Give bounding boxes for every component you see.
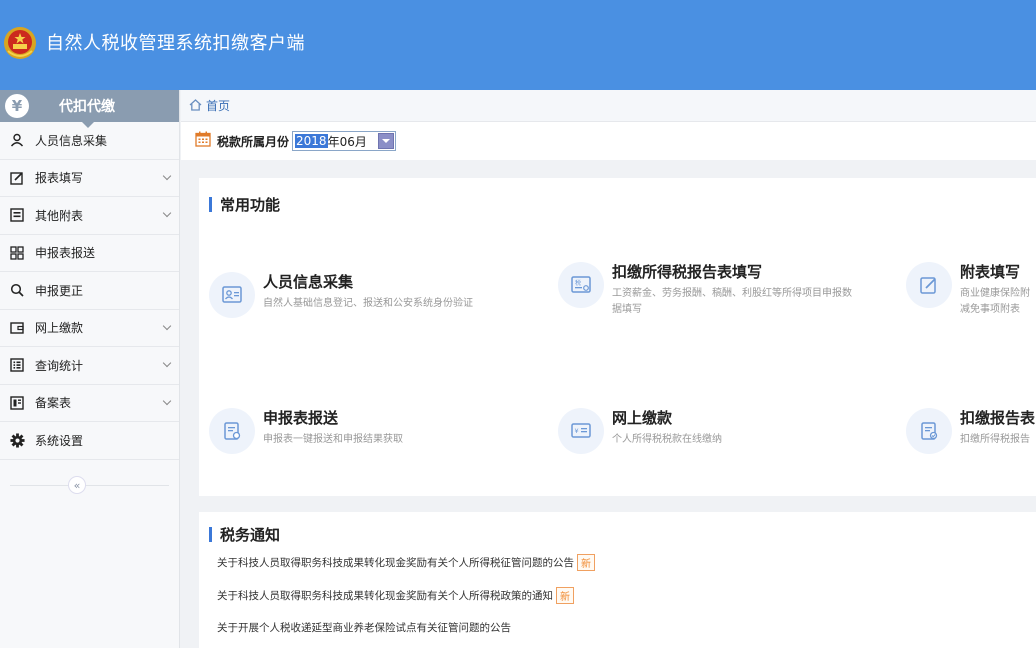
breadcrumb: 首页 <box>181 90 1036 122</box>
svg-text:¥: ¥ <box>575 427 579 435</box>
calendar-icon <box>195 131 211 151</box>
sidebar-divider <box>10 485 169 486</box>
card-title: 人员信息采集 <box>263 273 354 291</box>
sidebar-header: ¥ 代扣代缴 <box>0 90 179 128</box>
id-card-icon <box>209 272 255 318</box>
person-icon <box>9 132 25 148</box>
tax-notices-panel: 税务通知 关于科技人员取得职务科技成果转化现金奖励有关个人所得税征管问题的公告 … <box>199 512 1036 648</box>
sidebar-item-label: 其他附表 <box>35 208 84 223</box>
report-check-icon <box>906 408 952 454</box>
sidebar-item-label: 备案表 <box>35 396 72 411</box>
sidebar-item-online-payment[interactable]: 网上缴款 <box>0 310 179 347</box>
new-badge: 新 <box>556 587 574 604</box>
sidebar-item-label: 申报更正 <box>35 283 84 298</box>
card-title: 申报表报送 <box>263 409 339 427</box>
wallet-icon <box>9 320 25 336</box>
common-functions-panel: 常用功能 人员信息采集 自然人基础信息登记、报送和公安系统身份验证 税 扣缴所得… <box>199 178 1036 496</box>
sidebar-collapse-button[interactable]: « <box>68 476 86 494</box>
app-header: 自然人税收管理系统扣缴客户端 <box>0 0 1036 90</box>
card-title: 扣缴报告表 <box>960 409 1036 427</box>
sidebar-item-label: 申报表报送 <box>35 246 96 261</box>
home-icon[interactable] <box>189 96 202 115</box>
card-report-submit[interactable]: 申报表报送 申报表一键报送和申报结果获取 <box>209 408 403 454</box>
sidebar-item-report-fill[interactable]: 报表填写 <box>0 160 179 197</box>
card-person-info[interactable]: 人员信息采集 自然人基础信息登记、报送和公安系统身份验证 <box>209 272 473 318</box>
common-functions-title: 常用功能 <box>209 194 280 215</box>
card-title: 附表填写 <box>960 263 1021 281</box>
sidebar-header-title: 代扣代缴 <box>59 99 115 115</box>
sidebar-item-other-attachments[interactable]: 其他附表 <box>0 197 179 235</box>
notice-item[interactable]: 关于开展个人税收递延型商业养老保险试点有关征管问题的公告 <box>217 620 511 635</box>
gear-icon <box>9 432 25 448</box>
notice-link[interactable]: 关于科技人员取得职务科技成果转化现金奖励有关个人所得税政策的通知 <box>217 588 553 603</box>
sidebar-item-report-submit[interactable]: 申报表报送 <box>0 235 179 272</box>
sidebar-item-system-settings[interactable]: 系统设置 <box>0 422 179 460</box>
sidebar-item-label: 报表填写 <box>35 171 84 186</box>
tax-month-label: 税款所属月份 <box>217 134 290 149</box>
sidebar-item-label: 人员信息采集 <box>35 133 108 148</box>
card-desc: 商业健康保险附 减免事项附表 <box>960 288 1030 315</box>
list-icon <box>9 357 25 373</box>
card-title: 网上缴款 <box>612 409 673 427</box>
sidebar: ¥ 代扣代缴 人员信息采集 报表填写 其他附表 申报表报送 申报更正 网上缴款 … <box>0 90 180 648</box>
chevron-down-icon <box>162 321 172 330</box>
card-title: 扣缴所得税报告表填写 <box>612 263 763 281</box>
dropdown-arrow-button[interactable] <box>378 133 395 149</box>
chevron-down-icon <box>162 208 172 218</box>
notice-item[interactable]: 关于科技人员取得职务科技成果转化现金奖励有关个人所得税征管问题的公告 新 <box>217 554 595 571</box>
card-online-payment[interactable]: ¥ 网上缴款 个人所得税税款在线缴纳 <box>558 408 722 454</box>
notice-link[interactable]: 关于科技人员取得职务科技成果转化现金奖励有关个人所得税征管问题的公告 <box>217 555 574 570</box>
card-desc: 申报表一键报送和申报结果获取 <box>263 434 403 445</box>
filter-bar: 税款所属月份 2018 年06月 <box>181 122 1036 160</box>
tax-notices-title: 税务通知 <box>209 524 280 545</box>
new-badge: 新 <box>577 554 595 571</box>
card-desc: 扣缴所得税报告 <box>960 434 1030 445</box>
chevron-down-icon <box>162 358 172 368</box>
chevron-down-icon <box>162 396 172 405</box>
tax-month-value: 年06月 <box>327 134 367 149</box>
edit-icon <box>9 170 25 186</box>
sidebar-item-query-stats[interactable]: 查询统计 <box>0 347 179 385</box>
svg-text:税: 税 <box>575 279 581 287</box>
sidebar-item-person-info[interactable]: 人员信息采集 <box>0 122 179 160</box>
card-desc: 工资薪金、劳务报酬、稿酬、利股红等所得项目申报数 据填写 <box>612 288 852 315</box>
search-icon <box>9 282 25 298</box>
app-title: 自然人税收管理系统扣缴客户端 <box>46 33 305 54</box>
card-desc: 个人所得税税款在线缴纳 <box>612 434 722 445</box>
notice-link[interactable]: 关于开展个人税收递延型商业养老保险试点有关征管问题的公告 <box>217 620 511 635</box>
sidebar-item-label: 查询统计 <box>35 358 84 373</box>
tax-month-select[interactable]: 2018 年06月 <box>292 131 397 151</box>
report-send-icon <box>209 408 255 454</box>
sidebar-item-filing[interactable]: 备案表 <box>0 385 179 422</box>
pen-doc-icon <box>906 262 952 308</box>
sidebar-item-label: 网上缴款 <box>35 321 84 336</box>
breadcrumb-home-link[interactable]: 首页 <box>206 97 230 114</box>
sidebar-item-report-correction[interactable]: 申报更正 <box>0 272 179 310</box>
card-desc: 自然人基础信息登记、报送和公安系统身份验证 <box>263 298 473 309</box>
card-withholding-form[interactable]: 扣缴报告表 扣缴所得税报告 <box>906 408 1035 454</box>
yen-icon: ¥ <box>5 94 29 118</box>
card-attachment-fill[interactable]: 附表填写 商业健康保险附 减免事项附表 <box>906 262 1030 318</box>
chevron-down-icon <box>162 171 172 180</box>
grid-icon <box>9 245 25 261</box>
book-icon <box>9 395 25 411</box>
payment-icon: ¥ <box>558 408 604 454</box>
sidebar-item-label: 系统设置 <box>35 433 84 448</box>
notice-item[interactable]: 关于科技人员取得职务科技成果转化现金奖励有关个人所得税政策的通知 新 <box>217 587 574 604</box>
card-withholding-report[interactable]: 税 扣缴所得税报告表填写 工资薪金、劳务报酬、稿酬、利股红等所得项目申报数 据填写 <box>558 262 852 318</box>
tax-month-year: 2018 <box>295 134 328 148</box>
form-icon <box>9 207 25 223</box>
tax-form-icon: 税 <box>558 262 604 308</box>
national-emblem-icon <box>2 25 38 61</box>
